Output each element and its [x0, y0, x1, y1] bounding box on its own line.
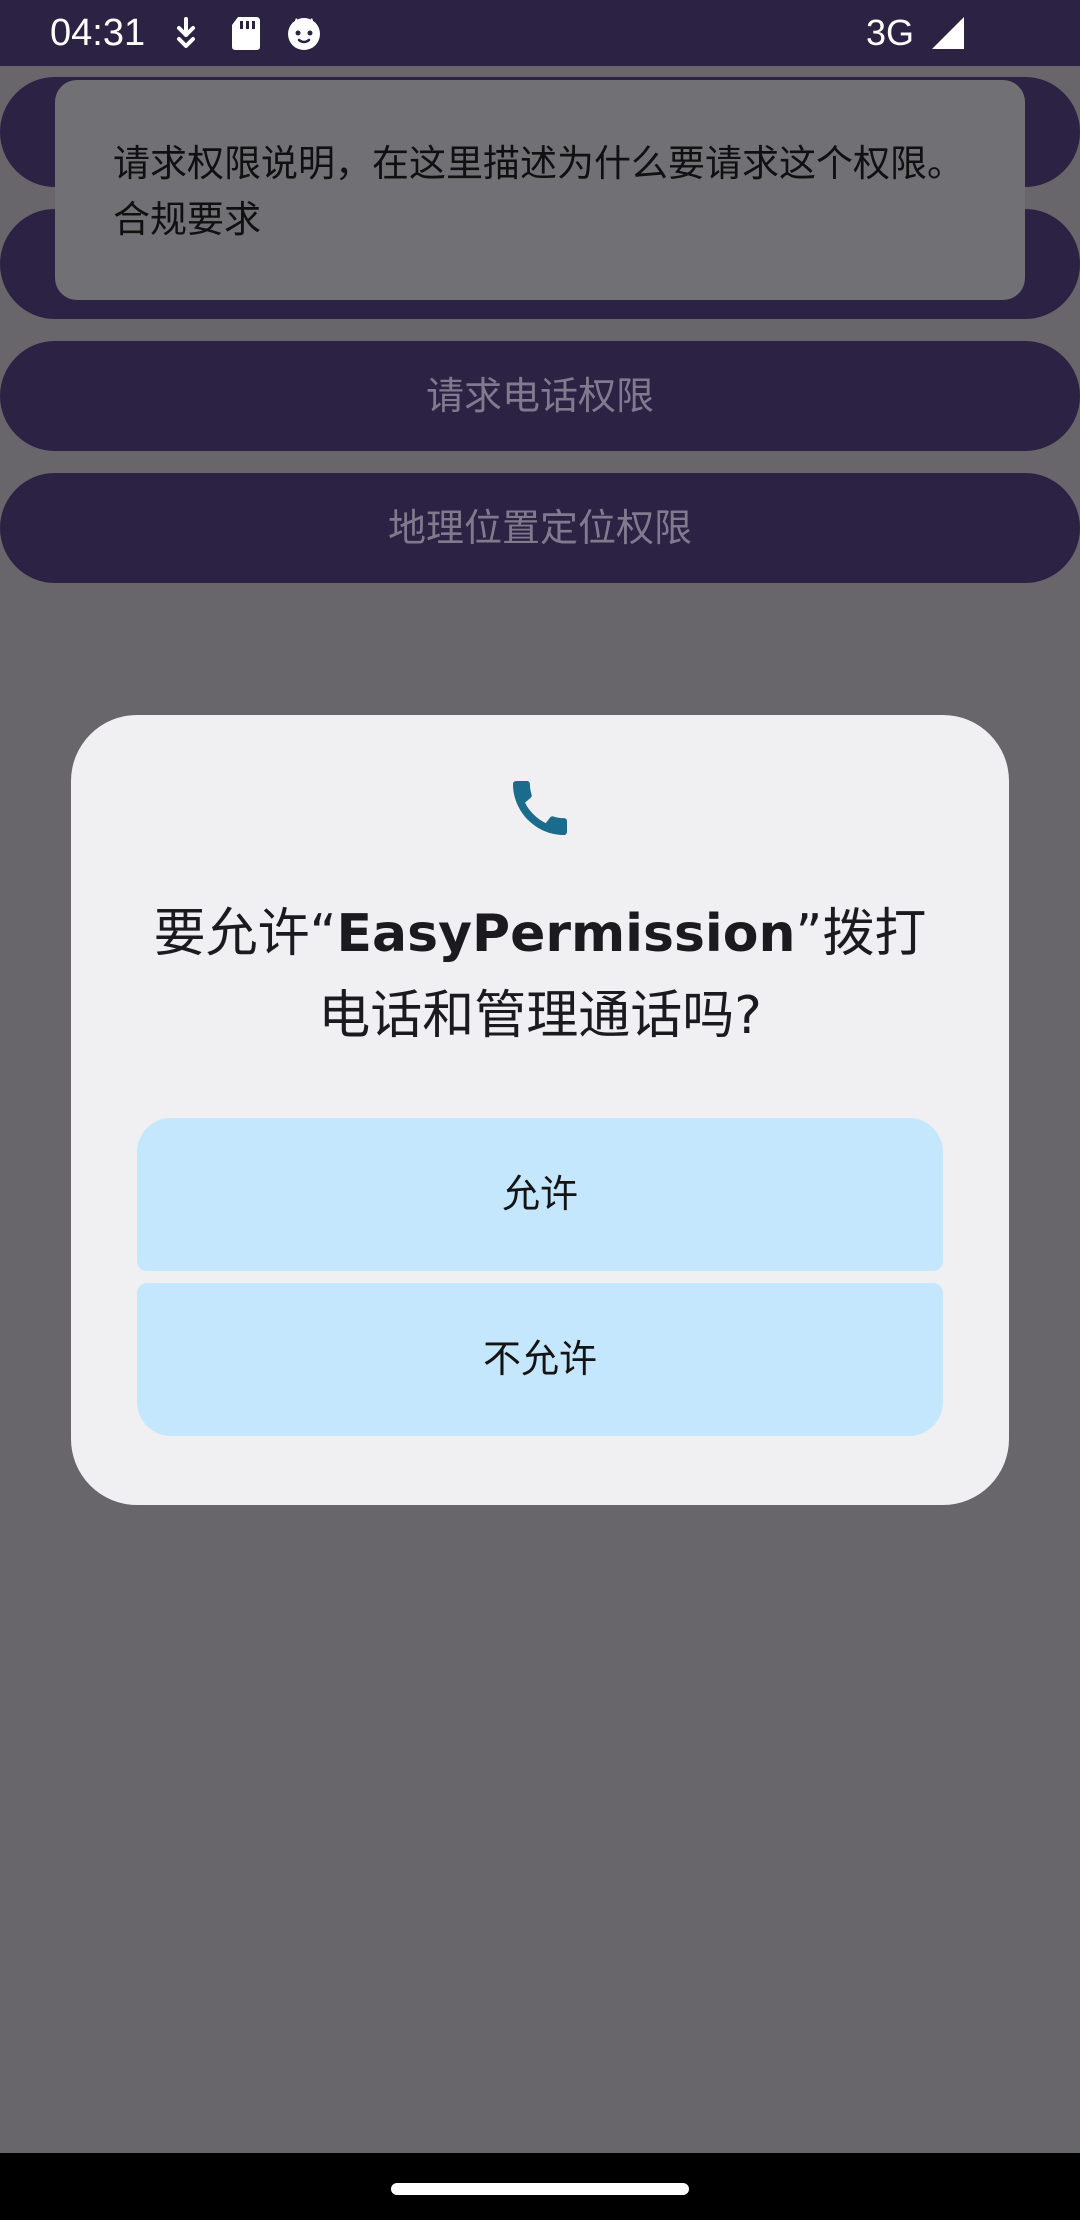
request-phone-permission-button[interactable]: 请求电话权限	[0, 341, 1080, 451]
sd-card-icon	[226, 13, 266, 53]
permission-dialog: 要允许“EasyPermission”拨打电话和管理通话吗? 允许 不允许	[71, 715, 1009, 1505]
download-notification-icon	[166, 13, 206, 53]
dialog-app-name: EasyPermission	[336, 904, 796, 964]
navigation-bar	[0, 2153, 1080, 2220]
permission-explanation-text: 请求权限说明，在这里描述为什么要请求这个权限。合规要求	[113, 142, 964, 241]
dialog-title-prefix: 要允许“	[153, 904, 337, 964]
cat-app-icon	[284, 13, 324, 53]
status-time: 04:31	[50, 12, 146, 54]
permission-explanation-card: 请求权限说明，在这里描述为什么要请求这个权限。合规要求	[55, 80, 1025, 300]
dialog-title: 要允许“EasyPermission”拨打电话和管理通话吗?	[141, 893, 939, 1057]
phone-icon	[504, 772, 576, 844]
location-permission-button[interactable]: 地理位置定位权限	[0, 473, 1080, 583]
home-gesture-handle[interactable]	[391, 2183, 689, 2195]
deny-button[interactable]: 不允许	[137, 1283, 943, 1436]
signal-icon	[928, 13, 968, 53]
allow-button[interactable]: 允许	[137, 1118, 943, 1271]
network-type: 3G	[866, 12, 915, 53]
status-bar: 04:31 3G	[0, 0, 1080, 66]
